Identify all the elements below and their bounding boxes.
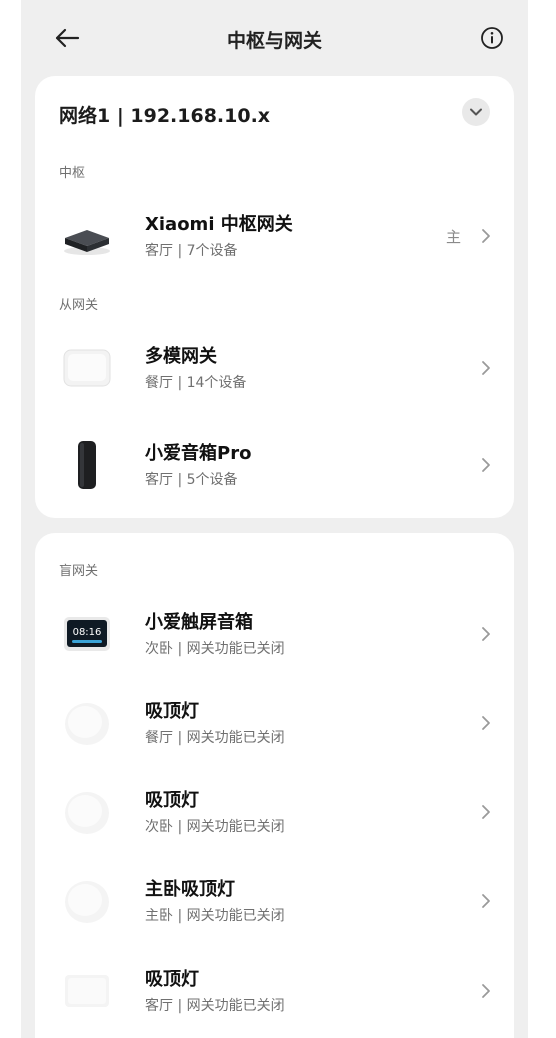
chevron-right-icon: [479, 358, 493, 378]
device-detail: 次卧 | 网关功能已关闭: [145, 819, 285, 835]
blind-gateway-row[interactable]: 吸顶灯 餐厅 | 网关功能已关闭: [35, 683, 514, 763]
blind-gateway-row[interactable]: 吸顶灯 次卧 | 网关功能已关闭: [35, 772, 514, 852]
smart-speaker-icon: [59, 437, 115, 493]
chevron-right-icon: [479, 891, 493, 911]
square-ceiling-light-icon: [59, 963, 115, 1019]
blind-gateway-row[interactable]: 主卧吸顶灯 主卧 | 网关功能已关闭: [35, 861, 514, 941]
blind-gateway-row[interactable]: 吸顶灯 客厅 | 网关功能已关闭: [35, 951, 514, 1031]
ceiling-light-icon: [59, 784, 115, 840]
chevron-right-icon: [479, 981, 493, 1001]
info-icon: [481, 27, 503, 49]
device-detail: 客厅 | 网关功能已关闭: [145, 998, 285, 1014]
ceiling-light-icon: [59, 873, 115, 929]
device-name: Xiaomi 中枢网关: [145, 214, 293, 235]
device-detail: 主卧 | 网关功能已关闭: [145, 908, 285, 924]
info-button[interactable]: [478, 24, 506, 52]
section-label-blind-gateway: 盲网关: [59, 564, 99, 579]
device-name: 吸顶灯: [145, 701, 199, 722]
network-card: 网络1 | 192.168.10.x 中枢 Xiaomi 中枢网关 客厅 | 7…: [35, 76, 514, 518]
hub-gateway-icon: [59, 208, 115, 264]
device-detail: 次卧 | 网关功能已关闭: [145, 641, 285, 657]
screen: 中枢与网关 网络1 | 192.168.10.x 中枢 Xiaomi 中枢网关 …: [21, 0, 528, 1038]
ceiling-light-icon: [59, 695, 115, 751]
chevron-right-icon: [479, 455, 493, 475]
blind-gateway-row[interactable]: 08:16 小爱触屏音箱 次卧 | 网关功能已关闭: [35, 594, 514, 674]
primary-badge: 主: [446, 228, 462, 246]
chevron-right-icon: [479, 802, 493, 822]
blind-gateway-card: 盲网关 08:16 小爱触屏音箱 次卧 | 网关功能已关闭 吸顶灯 餐厅 | 网…: [35, 533, 514, 1038]
chevron-right-icon: [479, 226, 493, 246]
device-name: 多模网关: [145, 346, 217, 367]
device-detail: 客厅 | 5个设备: [145, 472, 238, 488]
device-detail: 餐厅 | 14个设备: [145, 375, 247, 391]
device-detail: 客厅 | 7个设备: [145, 243, 238, 259]
section-label-hub: 中枢: [59, 166, 86, 181]
device-name: 小爱音箱Pro: [145, 443, 252, 464]
multimode-gateway-icon: [59, 340, 115, 396]
chevron-right-icon: [479, 713, 493, 733]
sub-gateway-row[interactable]: 多模网关 餐厅 | 14个设备: [35, 328, 514, 408]
collapse-button[interactable]: [462, 98, 490, 126]
device-name: 主卧吸顶灯: [145, 879, 235, 900]
screen-time: 08:16: [73, 627, 102, 638]
chevron-right-icon: [479, 624, 493, 644]
device-detail: 餐厅 | 网关功能已关闭: [145, 730, 285, 746]
top-bar: 中枢与网关: [21, 0, 528, 76]
network-title: 网络1 | 192.168.10.x: [59, 105, 271, 127]
chevron-down-icon: [470, 108, 482, 116]
section-label-sub-gateway: 从网关: [59, 298, 99, 313]
device-name: 吸顶灯: [145, 790, 199, 811]
device-name: 小爱触屏音箱: [145, 612, 253, 633]
hub-row[interactable]: Xiaomi 中枢网关 客厅 | 7个设备 主: [35, 196, 514, 276]
touchscreen-speaker-icon: 08:16: [59, 606, 115, 662]
page-title: 中枢与网关: [226, 30, 322, 52]
device-name: 吸顶灯: [145, 969, 199, 990]
sub-gateway-row[interactable]: 小爱音箱Pro 客厅 | 5个设备: [35, 425, 514, 505]
